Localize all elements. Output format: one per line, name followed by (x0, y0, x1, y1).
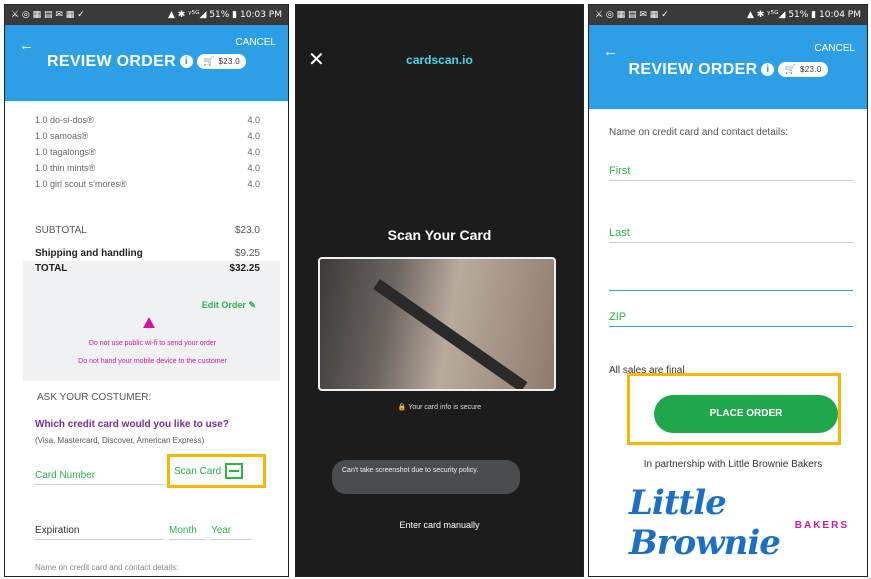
list-item: 1.0 tagalongs® 4.0 (35, 147, 260, 163)
item-name: 1.0 tagalongs® (35, 147, 96, 157)
warning-icon (143, 317, 155, 328)
card-number-field[interactable]: Card Number (35, 470, 165, 485)
card-types: (Visa, Mastercard, Discover, American Ex… (35, 436, 205, 445)
total-value: $32.25 (229, 263, 260, 274)
list-item: 1.0 samoas® 4.0 (35, 131, 260, 147)
item-name: 1.0 thin mints® (35, 163, 96, 173)
shipping-value: $9.25 (234, 248, 260, 259)
item-qty: 4.0 (247, 115, 260, 125)
place-order-button[interactable]: PLACE ORDER (654, 395, 838, 433)
shipping-label: Shipping and handling (35, 248, 143, 259)
card-scan-icon (225, 463, 244, 479)
scan-title: Scan Your Card (387, 227, 492, 243)
edit-order-label: Edit Order (201, 300, 246, 310)
back-arrow-icon[interactable]: ← (19, 37, 34, 54)
item-name: 1.0 samoas® (35, 131, 89, 141)
cart-total: $23.0 (218, 57, 240, 67)
cardscan-logo: cardscan.io (406, 53, 473, 67)
first-name-input[interactable]: First (609, 165, 853, 181)
item-qty: 4.0 (247, 179, 260, 189)
zip-input[interactable]: ZIP (609, 311, 853, 327)
camera-viewfinder (318, 257, 556, 391)
page-title: REVIEW ORDER i 🛒 $23.0 (589, 61, 867, 79)
cart-icon: 🛒 (202, 56, 215, 67)
place-order-highlight: PLACE ORDER (627, 373, 841, 445)
list-item: 1.0 thin mints® 4.0 (35, 163, 260, 179)
page-title-text: REVIEW ORDER (47, 53, 176, 70)
month-select[interactable]: Month (169, 525, 205, 540)
item-name: 1.0 girl scout s’mores® (35, 179, 127, 189)
secure-note: 🔒 Your card info is secure (296, 403, 583, 411)
app-bar: ← CANCEL REVIEW ORDER i 🛒 $23.0 (5, 25, 288, 101)
address-input[interactable] (609, 281, 853, 291)
info-icon[interactable]: i (179, 55, 193, 69)
cancel-button[interactable]: CANCEL (235, 37, 276, 48)
cancel-button[interactable]: CANCEL (814, 43, 855, 54)
expiration-label: Expiration (35, 525, 163, 540)
order-items-list: 1.0 do-si-dos® 4.0 1.0 samoas® 4.0 1.0 tag… (35, 115, 260, 195)
item-qty: 4.0 (247, 163, 260, 173)
scan-card-label: Scan Card (174, 465, 222, 477)
status-bar: ⚔ ◎ ▦ ▤ ✉ ▦ ✓ ▲ ✱ ᵞ⁵ᴳ◢ 51% ▮ 10:04 PM (589, 5, 867, 25)
back-arrow-icon[interactable]: ← (603, 43, 618, 60)
status-clock: ▲ ✱ ᵞ⁵ᴳ◢ 51% ▮ 10:03 PM (168, 10, 282, 20)
enter-card-manually-button[interactable]: Enter card manually (296, 520, 583, 530)
status-icons: ⚔ ◎ ▦ ▤ ✉ ▦ ✓ (11, 10, 85, 20)
list-item: 1.0 do-si-dos® 4.0 (35, 115, 260, 131)
pencil-icon: ✎ (248, 300, 256, 310)
scan-card-button[interactable]: Scan Card (167, 454, 266, 488)
bakers-logo-text: BAKERS (794, 520, 849, 531)
last-name-input[interactable]: Last (609, 227, 853, 243)
edit-order-link[interactable]: Edit Order ✎ (202, 300, 256, 311)
warning-text-2: Do not hand your mobile device to the cu… (78, 358, 227, 365)
warning-text-1: Do not use public wi-fi to send your ord… (88, 340, 217, 347)
review-order-screen-1: ⚔ ◎ ▦ ▤ ✉ ▦ ✓ ▲ ✱ ᵞ⁵ᴳ◢ 51% ▮ 10:03 PM ← … (4, 4, 289, 577)
total-label: TOTAL (35, 263, 68, 274)
card-scan-screen: ✕ cardscan.io Scan Your Card 🔒 Your card… (295, 4, 584, 577)
cart-total: $23.0 (799, 65, 822, 75)
cart-pill[interactable]: 🛒 $23.0 (778, 62, 828, 78)
item-qty: 4.0 (247, 131, 260, 141)
page-title-text: REVIEW ORDER (628, 61, 758, 78)
subtotal-value: $23.0 (234, 225, 260, 236)
partnership-text: In partnership with Little Brownie Baker… (643, 459, 823, 470)
secure-text: Your card info is secure (408, 404, 482, 411)
status-icons: ⚔ ◎ ▦ ▤ ✉ ▦ ✓ (595, 10, 669, 20)
status-bar: ⚔ ◎ ▦ ▤ ✉ ▦ ✓ ▲ ✱ ᵞ⁵ᴳ◢ 51% ▮ 10:03 PM (5, 5, 288, 25)
info-icon[interactable]: i (761, 63, 775, 77)
contact-details-label: Name on credit card and contact details: (609, 127, 788, 138)
subtotal-label: SUBTOTAL (35, 225, 87, 236)
ask-customer-heading: ASK YOUR COSTUMER: (37, 392, 152, 403)
total-row: TOTAL $32.25 (35, 263, 260, 274)
lock-icon: 🔒 (397, 404, 407, 411)
list-item: 1.0 girl scout s’mores® 4.0 (35, 179, 260, 195)
year-select[interactable]: Year (211, 525, 251, 540)
review-order-screen-2: ⚔ ◎ ▦ ▤ ✉ ▦ ✓ ▲ ✱ ᵞ⁵ᴳ◢ 51% ▮ 10:04 PM ← … (588, 4, 868, 577)
cart-icon: 🛒 (784, 64, 796, 75)
name-on-card-label: Name on credit card and contact details: (35, 563, 179, 572)
camera-preview-object (373, 279, 528, 389)
app-bar: ← CANCEL REVIEW ORDER i 🛒 $23.0 (589, 25, 867, 109)
shipping-row: Shipping and handling $9.25 (35, 248, 260, 259)
item-name: 1.0 do-si-dos® (35, 115, 94, 125)
status-clock: ▲ ✱ ᵞ⁵ᴳ◢ 51% ▮ 10:04 PM (747, 10, 861, 20)
screenshot-toast: Can't take screenshot due to security po… (332, 460, 520, 494)
which-card-question: Which credit card would you like to use? (35, 419, 229, 430)
page-title: REVIEW ORDER i 🛒 $23.0 (5, 53, 288, 71)
item-qty: 4.0 (247, 147, 260, 157)
subtotal-row: SUBTOTAL $23.0 (35, 225, 260, 236)
cart-pill[interactable]: 🛒 $23.0 (196, 54, 246, 70)
